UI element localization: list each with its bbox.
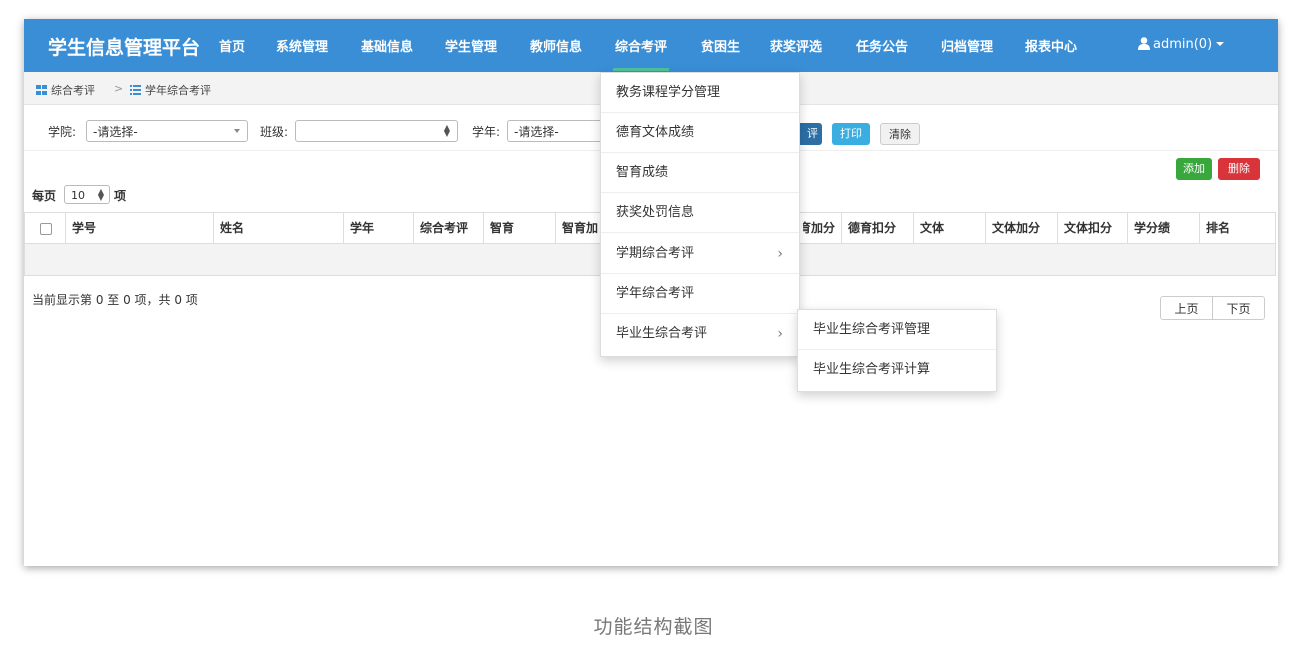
print-button[interactable]: 打印 bbox=[832, 123, 870, 145]
delete-button[interactable]: 删除 bbox=[1218, 158, 1260, 180]
col-sports-bonus[interactable]: 文体加分 bbox=[985, 213, 1057, 243]
figure-caption: 功能结构截图 bbox=[593, 616, 714, 638]
col-sports-deduct[interactable]: 文体扣分 bbox=[1057, 213, 1127, 243]
breadcrumb-separator: > bbox=[114, 82, 124, 95]
updown-icon: ▲ ▼ bbox=[97, 187, 104, 202]
nav-awards[interactable]: 获奖评选 bbox=[770, 36, 822, 55]
clear-button[interactable]: 清除 bbox=[880, 123, 920, 145]
select-all-cell bbox=[25, 213, 65, 243]
user-icon bbox=[1138, 37, 1150, 50]
nav-reports[interactable]: 报表中心 bbox=[1025, 36, 1077, 55]
app-window: 学生信息管理平台 首页 系统管理 基础信息 学生管理 教师信息 综合考评 贫困生… bbox=[24, 19, 1278, 566]
col-moral-deduct[interactable]: 德育扣分 bbox=[841, 213, 913, 243]
page-length-suffix: 项 bbox=[114, 189, 127, 203]
evaluation-dropdown-menu: 教务课程学分管理 德育文体成绩 智育成绩 获奖处罚信息 学期综合考评 › 学年综合… bbox=[600, 72, 800, 357]
menu-graduate-calculation[interactable]: 毕业生综合考评计算 bbox=[798, 350, 996, 390]
col-intellectual[interactable]: 智育 bbox=[483, 213, 555, 243]
table-info: 当前显示第 0 至 0 项，共 0 项 bbox=[32, 293, 198, 307]
prev-page-button[interactable]: 上页 bbox=[1160, 296, 1213, 320]
breadcrumb-parent[interactable]: 综合考评 bbox=[36, 82, 95, 98]
col-name[interactable]: 姓名 bbox=[213, 213, 343, 243]
chevron-down-icon bbox=[1216, 42, 1225, 46]
nav-archive[interactable]: 归档管理 bbox=[941, 36, 993, 55]
menu-semester-evaluation[interactable]: 学期综合考评 › bbox=[601, 234, 799, 274]
next-page-button[interactable]: 下页 bbox=[1212, 296, 1265, 320]
menu-moral-sports-scores[interactable]: 德育文体成绩 bbox=[601, 113, 799, 153]
user-name: admin(0) bbox=[1153, 37, 1213, 52]
college-label: 学院: bbox=[48, 125, 77, 139]
menu-year-evaluation[interactable]: 学年综合考评 bbox=[601, 274, 799, 314]
college-select[interactable]: -请选择- bbox=[86, 120, 248, 142]
col-year[interactable]: 学年 bbox=[343, 213, 413, 243]
list-icon bbox=[130, 85, 141, 95]
col-sports[interactable]: 文体 bbox=[913, 213, 985, 243]
menu-graduate-evaluation[interactable]: 毕业生综合考评 › bbox=[601, 314, 799, 354]
class-select[interactable]: ▲ ▼ bbox=[295, 120, 458, 142]
nav-system[interactable]: 系统管理 bbox=[276, 36, 328, 55]
grid-icon bbox=[36, 85, 47, 95]
col-student-id[interactable]: 学号 bbox=[65, 213, 213, 243]
nav-poor-students[interactable]: 贫困生 bbox=[701, 36, 740, 55]
nav-announcements[interactable]: 任务公告 bbox=[856, 36, 908, 55]
year-label: 学年: bbox=[472, 125, 501, 139]
top-navbar: 学生信息管理平台 首页 系统管理 基础信息 学生管理 教师信息 综合考评 贫困生… bbox=[24, 19, 1278, 72]
col-rank[interactable]: 排名 bbox=[1199, 213, 1275, 243]
select-all-checkbox[interactable] bbox=[40, 223, 52, 235]
menu-course-credits[interactable]: 教务课程学分管理 bbox=[601, 73, 799, 113]
brand-title[interactable]: 学生信息管理平台 bbox=[48, 33, 200, 60]
col-intellectual-bonus[interactable]: 智育加 bbox=[555, 213, 601, 243]
nav-basic-info[interactable]: 基础信息 bbox=[361, 36, 413, 55]
updown-icon: ▲ ▼ bbox=[443, 123, 450, 138]
col-evaluation[interactable]: 综合考评 bbox=[413, 213, 483, 243]
nav-student[interactable]: 学生管理 bbox=[445, 36, 497, 55]
chevron-right-icon: › bbox=[777, 246, 783, 262]
nav-evaluation[interactable]: 综合考评 bbox=[612, 36, 670, 71]
caret-icon bbox=[234, 129, 240, 133]
page-length-prefix: 每页 bbox=[32, 189, 57, 203]
col-credit-score[interactable]: 学分绩 bbox=[1127, 213, 1199, 243]
class-label: 班级: bbox=[260, 125, 289, 139]
graduate-submenu: 毕业生综合考评管理 毕业生综合考评计算 bbox=[797, 309, 997, 392]
chevron-right-icon: › bbox=[777, 326, 783, 342]
nav-teacher[interactable]: 教师信息 bbox=[530, 36, 582, 55]
menu-graduate-management[interactable]: 毕业生综合考评管理 bbox=[798, 310, 996, 350]
page-length-select[interactable]: 10 ▲ ▼ bbox=[64, 185, 110, 204]
year-select[interactable]: -请选择- bbox=[507, 120, 603, 142]
user-menu[interactable]: admin(0) bbox=[1138, 37, 1225, 52]
menu-awards-penalties[interactable]: 获奖处罚信息 bbox=[601, 193, 799, 233]
menu-intellectual-scores[interactable]: 智育成绩 bbox=[601, 153, 799, 193]
add-button[interactable]: 添加 bbox=[1176, 158, 1212, 180]
nav-home[interactable]: 首页 bbox=[219, 36, 245, 55]
breadcrumb-current: 学年综合考评 bbox=[130, 82, 211, 98]
